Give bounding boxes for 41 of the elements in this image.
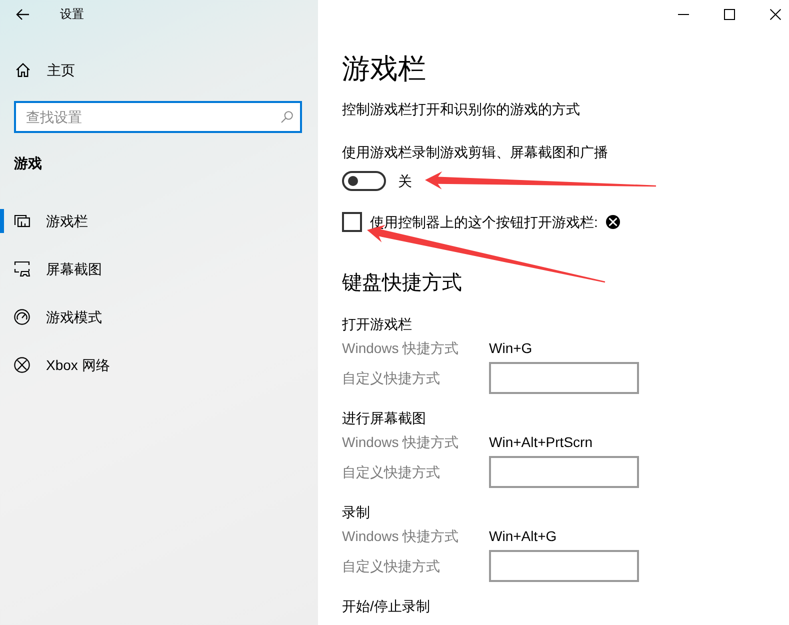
setting-label: 使用游戏栏录制游戏剪辑、屏幕截图和广播 — [342, 144, 608, 160]
page-title: 游戏栏 — [342, 52, 426, 86]
nav-item[interactable]: Xbox 网络 — [0, 341, 318, 389]
x-circle-icon — [606, 215, 620, 229]
group-heading: 打开游戏栏 — [342, 316, 412, 332]
monitor-bars-icon — [14, 213, 30, 229]
nav-item[interactable]: 屏幕截图 — [0, 245, 318, 293]
shortcut-label: 自定义快捷方式 — [342, 557, 441, 576]
window-title: 设置 — [60, 6, 84, 22]
shortcut-label: 自定义快捷方式 — [342, 369, 441, 388]
nav-item[interactable]: 游戏栏 — [0, 197, 318, 245]
page-description: 控制游戏栏打开和识别你的游戏的方式 — [342, 101, 580, 117]
section-heading: 游戏 — [14, 154, 42, 173]
shortcut-value: Win+Alt+G — [489, 527, 557, 546]
toggle-state-label: 关 — [398, 172, 412, 191]
input-field[interactable] — [489, 550, 639, 582]
back-arrow-icon — [16, 8, 28, 20]
home-link[interactable]: 主页 — [0, 50, 318, 90]
group-heading: 录制 — [342, 504, 370, 520]
shortcut-value: Win+Alt+PrtScrn — [489, 433, 592, 452]
screen-gamepad-icon — [14, 261, 30, 277]
close-icon — [770, 8, 781, 20]
shortcut-label: Windows 快捷方式 — [342, 527, 460, 546]
toggle-switch[interactable] — [342, 171, 386, 191]
search-field[interactable]: 查找设置 — [14, 101, 302, 133]
maximize-icon — [724, 8, 734, 20]
home-icon — [16, 63, 30, 77]
gauge-icon — [14, 309, 30, 325]
input-field[interactable] — [489, 362, 639, 394]
group-heading: 进行屏幕截图 — [342, 410, 426, 426]
shortcut-label: 自定义快捷方式 — [342, 463, 441, 482]
checkbox[interactable] — [342, 212, 362, 232]
section-heading: 键盘快捷方式 — [342, 271, 462, 296]
input-field[interactable] — [489, 456, 639, 488]
search-icon — [281, 111, 293, 123]
shortcut-label: Windows 快捷方式 — [342, 433, 460, 452]
group-heading: 开始/停止录制 — [342, 598, 430, 614]
x-circle-icon — [14, 357, 30, 373]
shortcut-value: Win+G — [489, 339, 532, 358]
shortcut-label: Windows 快捷方式 — [342, 339, 460, 358]
nav-item[interactable]: 游戏模式 — [0, 293, 318, 341]
